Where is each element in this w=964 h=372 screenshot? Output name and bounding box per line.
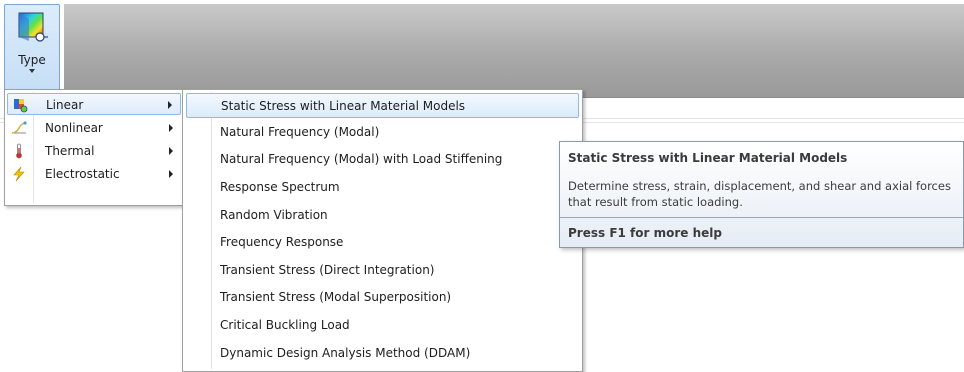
submenu-item-label: Response Spectrum <box>220 180 340 194</box>
tooltip: Static Stress with Linear Material Model… <box>559 141 964 248</box>
type-button-label: Type <box>18 53 46 67</box>
menu-item-label: Nonlinear <box>45 121 103 135</box>
submenu-item-label: Transient Stress (Direct Integration) <box>220 263 435 277</box>
submenu-item-label: Transient Stress (Modal Superposition) <box>220 290 452 304</box>
submenu-item[interactable]: Response Spectrum <box>186 175 579 200</box>
linear-submenu: Static Stress with Linear Material Model… <box>182 89 583 372</box>
submenu-item[interactable]: Natural Frequency (Modal) <box>186 120 579 145</box>
linear-icon <box>14 99 28 113</box>
menu-item-linear[interactable]: Linear <box>7 93 181 115</box>
submenu-item[interactable]: Natural Frequency (Modal) with Load Stif… <box>186 147 579 172</box>
submenu-item-label: Natural Frequency (Modal) with Load Stif… <box>220 152 503 166</box>
analysis-type-icon <box>18 12 48 42</box>
menu-item-label: Electrostatic <box>45 167 120 181</box>
analysis-type-menu: Linear Nonlinear Thermal Electrostatic <box>4 89 184 206</box>
submenu-arrow-icon <box>169 147 173 155</box>
type-button[interactable]: Type <box>4 4 60 92</box>
submenu-item[interactable]: Random Vibration <box>186 203 579 228</box>
submenu-item-label: Dynamic Design Analysis Method (DDAM) <box>220 346 471 360</box>
submenu-item-label: Static Stress with Linear Material Model… <box>221 99 466 113</box>
menu-item-nonlinear[interactable]: Nonlinear <box>7 117 181 139</box>
submenu-item[interactable]: Transient Stress (Modal Superposition) <box>186 285 579 310</box>
tooltip-help: Press F1 for more help <box>568 226 722 240</box>
submenu-item[interactable]: Transient Stress (Direct Integration) <box>186 258 579 283</box>
submenu-item[interactable]: Static Stress with Linear Material Model… <box>186 93 579 118</box>
tooltip-description: Determine stress, strain, displacement, … <box>568 179 951 209</box>
menu-item-electrostatic[interactable]: Electrostatic <box>7 163 181 185</box>
ribbon: Type <box>0 0 964 98</box>
tooltip-title: Static Stress with Linear Material Model… <box>568 151 848 165</box>
menu-item-label: Thermal <box>45 144 95 158</box>
submenu-arrow-icon <box>168 101 172 109</box>
chevron-down-icon <box>29 69 35 73</box>
nonlinear-icon <box>12 121 27 134</box>
submenu-item-label: Frequency Response <box>220 235 344 249</box>
submenu-item-label: Random Vibration <box>220 208 328 222</box>
submenu-item-label: Natural Frequency (Modal) <box>220 125 380 139</box>
ribbon-panel <box>64 4 964 98</box>
submenu-arrow-icon <box>169 170 173 178</box>
submenu-item[interactable]: Frequency Response <box>186 230 579 255</box>
submenu-item[interactable]: Critical Buckling Load <box>186 313 579 338</box>
thermometer-icon <box>16 143 22 159</box>
submenu-arrow-icon <box>169 124 173 132</box>
menu-item-label: Linear <box>46 98 84 112</box>
submenu-item[interactable]: Dynamic Design Analysis Method (DDAM) <box>186 341 579 366</box>
lightning-icon <box>13 166 25 182</box>
submenu-item-label: Critical Buckling Load <box>220 318 350 332</box>
menu-item-thermal[interactable]: Thermal <box>7 140 181 162</box>
tooltip-divider <box>560 217 963 218</box>
